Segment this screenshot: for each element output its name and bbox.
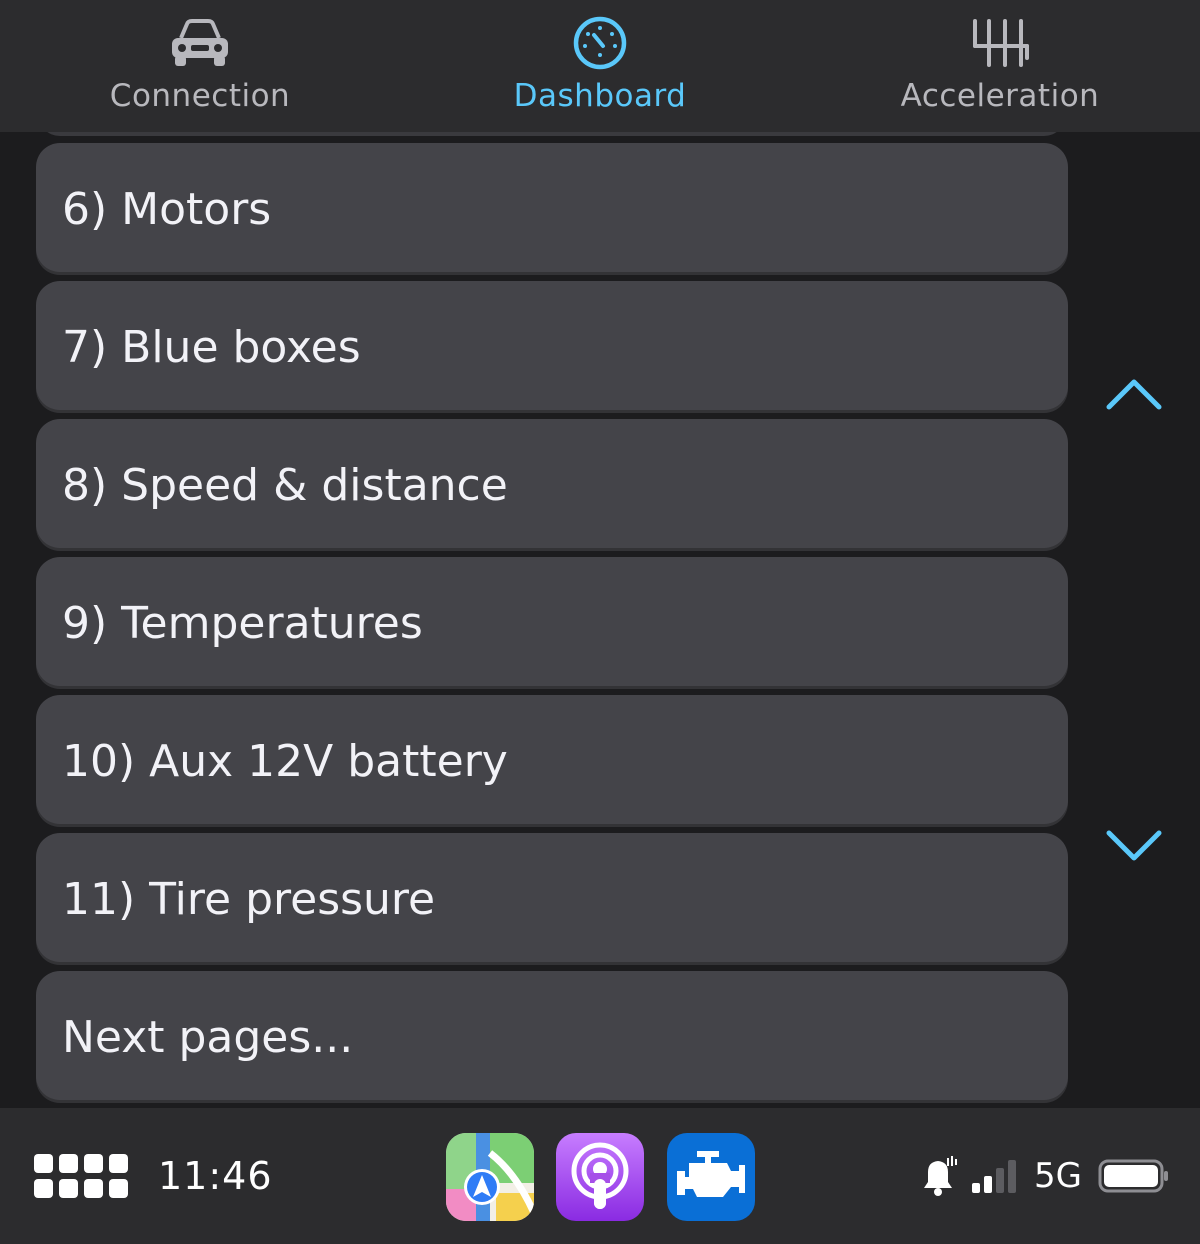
tab-connection[interactable]: Connection xyxy=(0,0,400,132)
scroll-up-button[interactable] xyxy=(1098,364,1170,424)
app-grid-icon[interactable] xyxy=(34,1154,128,1200)
list-item-label: 11) Tire pressure xyxy=(62,873,436,925)
dashboard-list: 6) Motors 7) Blue boxes 8) Speed & dista… xyxy=(0,132,1200,1108)
tab-dashboard[interactable]: Dashboard xyxy=(400,0,800,132)
list-item-aux-battery[interactable]: 10) Aux 12V battery xyxy=(36,695,1068,827)
tab-label: Acceleration xyxy=(900,78,1100,114)
list-item-temperatures[interactable]: 9) Temperatures xyxy=(36,557,1068,689)
list-item-label: 10) Aux 12V battery xyxy=(62,735,508,787)
obd-engine-app-icon[interactable] xyxy=(667,1133,755,1221)
list-item-next-pages[interactable]: Next pages... xyxy=(36,971,1068,1103)
list-item-tire-pressure[interactable]: 11) Tire pressure xyxy=(36,833,1068,965)
list-item-motors[interactable]: 6) Motors xyxy=(36,143,1068,275)
bell-icon xyxy=(918,1108,962,1244)
chevron-down-icon xyxy=(1106,830,1162,861)
tab-label: Dashboard xyxy=(513,78,687,114)
list-item-speed-distance[interactable]: 8) Speed & distance xyxy=(36,419,1068,551)
battery-icon xyxy=(1098,1108,1170,1244)
maps-app-icon[interactable] xyxy=(446,1133,534,1221)
gear-shift-icon xyxy=(968,16,1032,70)
list-item-label: 6) Motors xyxy=(62,183,272,235)
car-icon xyxy=(168,16,232,70)
speedometer-icon xyxy=(568,16,632,70)
podcasts-app-icon[interactable] xyxy=(556,1133,644,1221)
list-item-previous[interactable] xyxy=(38,132,1066,136)
list-item-label: Next pages... xyxy=(62,1011,354,1063)
tab-label: Connection xyxy=(109,78,291,114)
carplay-dock: 11:46 5G xyxy=(0,1108,1200,1244)
list-item-label: 7) Blue boxes xyxy=(62,321,361,373)
clock: 11:46 xyxy=(158,1154,273,1198)
tab-acceleration[interactable]: Acceleration xyxy=(800,0,1200,132)
list-item-blue-boxes[interactable]: 7) Blue boxes xyxy=(36,281,1068,413)
signal-icon xyxy=(970,1108,1026,1244)
list-item-label: 8) Speed & distance xyxy=(62,459,508,511)
network-type: 5G xyxy=(1034,1156,1082,1196)
tab-bar: Connection Dashboard Acceleration xyxy=(0,0,1200,132)
scroll-down-button[interactable] xyxy=(1098,816,1170,876)
chevron-up-icon xyxy=(1106,379,1162,410)
list-item-label: 9) Temperatures xyxy=(62,597,423,649)
